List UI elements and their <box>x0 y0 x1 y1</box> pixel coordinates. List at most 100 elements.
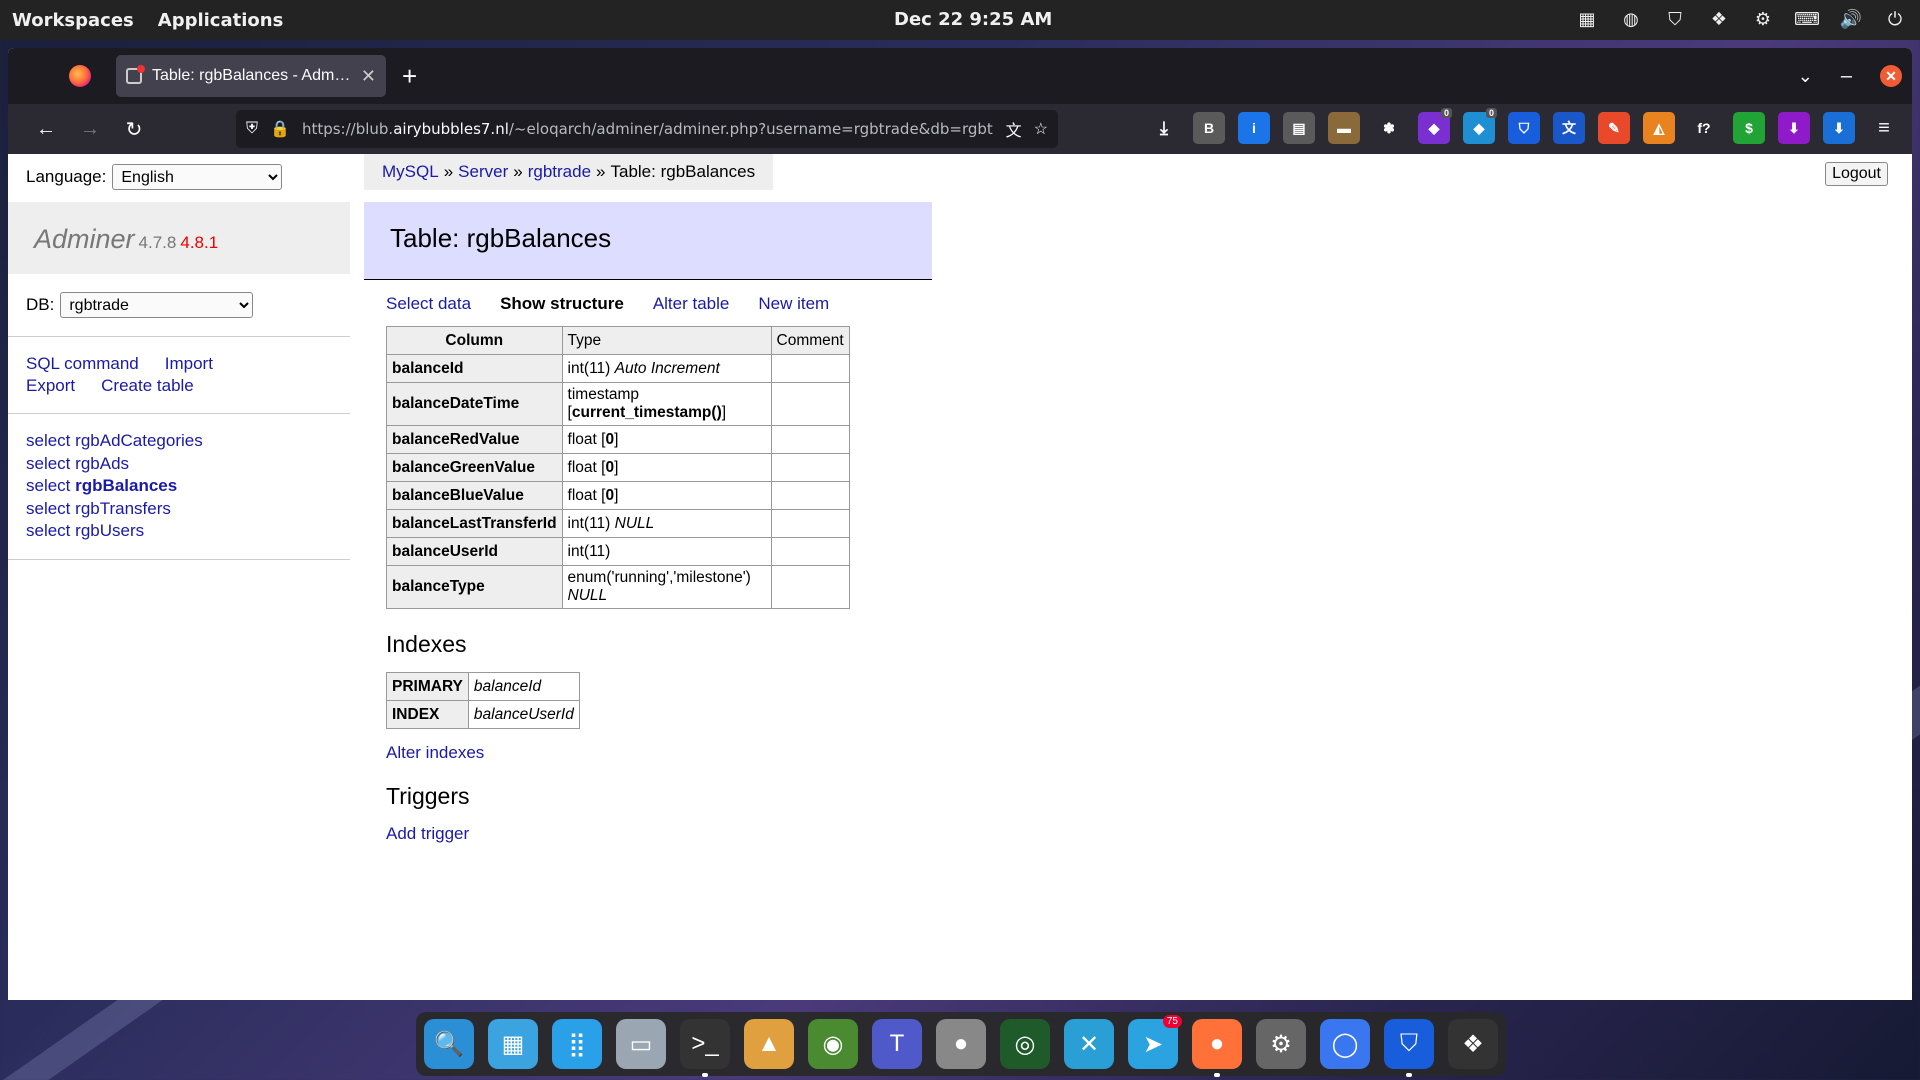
folder-icon[interactable]: ▬ <box>1328 112 1360 144</box>
new-version-link[interactable]: 4.8.1 <box>180 233 218 252</box>
close-tab-icon[interactable]: ✕ <box>361 66 376 87</box>
firefox-view-button[interactable] <box>52 56 108 96</box>
paw-icon[interactable]: ✽ <box>1373 112 1405 144</box>
type-header: Type <box>561 326 772 355</box>
translate-icon[interactable]: 文 <box>1553 112 1585 144</box>
bitwarden-app-icon[interactable]: ⛉ <box>1384 1019 1434 1077</box>
puzzle-purple-icon[interactable]: ◆ 0 <box>1418 108 1452 144</box>
table-structure-link[interactable]: rgbAdCategories <box>75 431 203 450</box>
settings-app-icon[interactable]: ⚙ <box>1256 1019 1306 1069</box>
workspaces-button[interactable]: Workspaces <box>12 10 134 31</box>
language-select[interactable]: English <box>112 164 283 190</box>
dock-glyph: T <box>889 1030 905 1057</box>
image-viewer-app-icon[interactable]: ▲ <box>744 1019 794 1069</box>
workspaces-app-icon[interactable]: ▦ <box>488 1019 538 1069</box>
clock[interactable]: Dec 22 9:25 AM <box>894 9 1052 30</box>
edit-icon[interactable]: ✎ <box>1598 112 1630 144</box>
volume-icon[interactable]: 🔊 <box>1840 8 1862 30</box>
signal-app-icon[interactable]: ◯ <box>1320 1019 1370 1069</box>
remote-desktop-app-icon[interactable]: ✕ <box>1064 1019 1114 1069</box>
telegram-app-icon[interactable]: ➤ 75 <box>1128 1015 1182 1069</box>
alter-table-link[interactable]: Alter table <box>653 294 730 314</box>
dropbox-app-icon[interactable]: ❖ <box>1448 1019 1498 1069</box>
function-icon[interactable]: f? <box>1688 112 1720 144</box>
back-icon[interactable]: ← <box>24 111 68 147</box>
menu-icon[interactable]: ≡ <box>1868 112 1900 144</box>
logout-button[interactable]: Logout <box>1825 162 1888 186</box>
table-row: balanceLastTransferId int(11) NULL <box>386 509 850 538</box>
table-structure-link[interactable]: rgbBalances <box>75 476 177 495</box>
alter-indexes-link[interactable]: Alter indexes <box>386 743 484 762</box>
type-extra: Auto Increment <box>614 359 720 377</box>
forward-icon[interactable]: → <box>68 111 112 147</box>
db-select[interactable]: rgbtrade <box>60 292 254 318</box>
url-bar[interactable]: ⛨ 🔒 https://blub.airybubbles7.nl/~eloqar… <box>236 110 1058 148</box>
table-structure-link[interactable]: rgbUsers <box>75 521 144 540</box>
select-data-link[interactable]: Select data <box>386 294 471 314</box>
dropbox-tray-icon[interactable]: ❖ <box>1708 8 1730 30</box>
new-item-link[interactable]: New item <box>758 294 829 314</box>
type-text: int(11) <box>567 542 611 560</box>
reload-icon[interactable]: ↻ <box>112 111 156 147</box>
b-circle-icon[interactable]: B <box>1193 112 1225 144</box>
sql-command-link[interactable]: SQL command <box>26 354 139 373</box>
import-link[interactable]: Import <box>165 354 213 373</box>
camera-app-icon[interactable]: ◎ <box>1000 1019 1050 1069</box>
power-icon[interactable]: ⏻ <box>1884 8 1906 30</box>
bitwarden-tray-icon[interactable]: ⛉ <box>1664 8 1686 30</box>
breadcrumb-server[interactable]: Server <box>458 162 508 182</box>
bitwarden-icon[interactable]: ⛉ <box>1508 112 1540 144</box>
table-structure-link[interactable]: rgbTransfers <box>75 499 171 518</box>
list-all-tabs-icon[interactable]: ⌄ <box>1798 66 1813 87</box>
select-table-link[interactable]: select <box>26 431 70 450</box>
adminer-home-link[interactable]: Adminer <box>34 224 135 254</box>
files-app-icon[interactable]: ▭ <box>616 1019 666 1069</box>
new-tab-button[interactable]: + <box>402 61 417 92</box>
add-trigger-link[interactable]: Add trigger <box>386 824 469 843</box>
window-layout-icon[interactable]: ▦ <box>1576 8 1598 30</box>
money-icon[interactable]: $ <box>1733 112 1765 144</box>
breadcrumb-mysql[interactable]: MySQL <box>382 162 439 182</box>
table-structure-link[interactable]: rgbAds <box>75 454 129 473</box>
lock-icon[interactable]: 🔒 <box>270 119 290 139</box>
export-link[interactable]: Export <box>26 376 75 395</box>
create-table-link[interactable]: Create table <box>101 376 194 395</box>
comment-cell <box>770 425 850 454</box>
translate-page-icon[interactable]: 文 <box>1006 117 1022 141</box>
firefox-app-icon[interactable]: ● <box>1192 1019 1242 1077</box>
download-purple-icon[interactable]: ⬇ <box>1778 112 1810 144</box>
app-grid-icon[interactable]: ⣿ <box>552 1019 602 1069</box>
teams-app-icon[interactable]: T <box>872 1019 922 1069</box>
downloads-icon[interactable]: ⤓ <box>1148 112 1180 144</box>
breadcrumb-separator: » <box>513 162 523 181</box>
column-name-cell: balanceType <box>386 565 563 609</box>
disk-app-icon[interactable]: ● <box>936 1019 986 1069</box>
url-text[interactable]: https://blub.airybubbles7.nl/~eloqarch/a… <box>302 120 994 138</box>
puzzle-blue-icon[interactable]: ◆ 0 <box>1463 108 1497 144</box>
network-globe-icon[interactable]: ◍ <box>1620 8 1642 30</box>
breadcrumb-db[interactable]: rgbtrade <box>528 162 591 182</box>
settings-tray-icon[interactable]: ⚙ <box>1752 8 1774 30</box>
select-table-link[interactable]: select <box>26 454 70 473</box>
dock-glyph: ▲ <box>757 1030 781 1057</box>
select-table-link[interactable]: select <box>26 476 70 495</box>
select-table-link[interactable]: select <box>26 521 70 540</box>
minimize-icon[interactable]: – <box>1841 65 1852 88</box>
bookmark-star-icon[interactable]: ☆ <box>1034 119 1048 139</box>
system-monitor-app-icon[interactable]: ◉ <box>808 1019 858 1069</box>
metamask-icon[interactable]: ◭ <box>1643 112 1675 144</box>
type-text: enum('running','milestone') <box>567 569 751 586</box>
search-app-icon[interactable]: 🔍 <box>424 1019 474 1069</box>
show-structure-link[interactable]: Show structure <box>500 294 624 314</box>
download-blue-icon[interactable]: ⬇ <box>1823 112 1855 144</box>
tracking-shield-icon[interactable]: ⛨ <box>246 120 258 138</box>
reader-icon[interactable]: ▤ <box>1283 112 1315 144</box>
browser-tab-active[interactable]: Table: rgbBalances - Adminer ✕ <box>116 55 386 97</box>
info-icon[interactable]: i <box>1238 112 1270 144</box>
indexes-heading: Indexes <box>386 631 467 657</box>
select-table-link[interactable]: select <box>26 499 70 518</box>
terminal-app-icon[interactable]: >_ <box>680 1019 730 1077</box>
window-close-icon[interactable]: ✕ <box>1880 65 1902 87</box>
applications-button[interactable]: Applications <box>158 10 284 31</box>
keyboard-icon[interactable]: ⌨ <box>1794 8 1820 30</box>
